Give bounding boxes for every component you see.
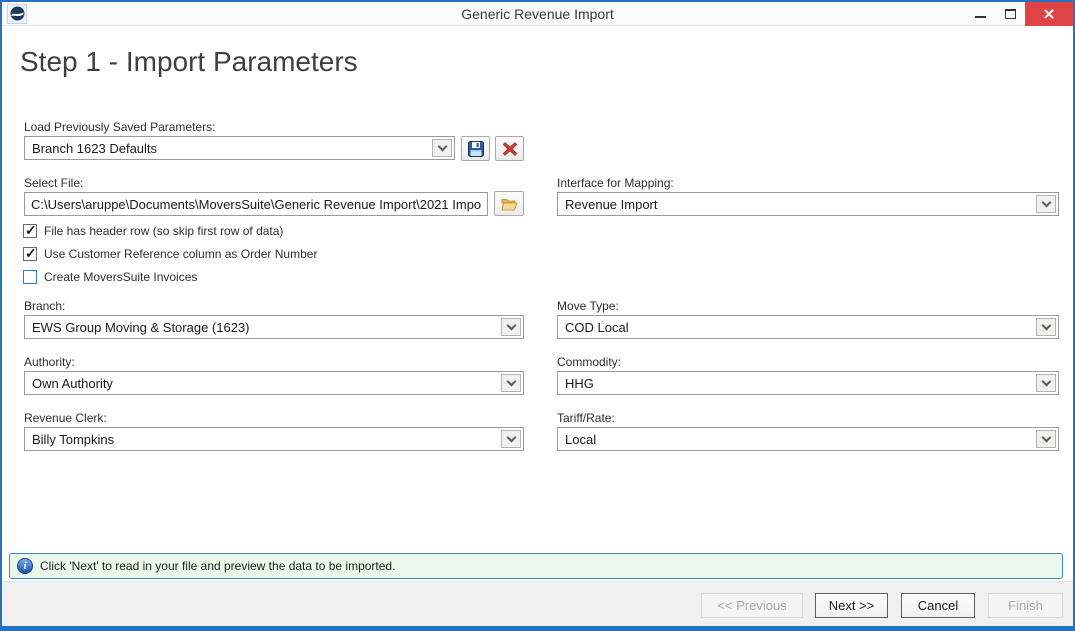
- status-bar: i Click 'Next' to read in your file and …: [9, 553, 1063, 579]
- previous-button[interactable]: << Previous: [701, 593, 803, 618]
- commodity-label: Commodity:: [557, 355, 621, 369]
- authority-select[interactable]: Own Authority: [24, 371, 524, 395]
- close-button[interactable]: [1025, 2, 1073, 26]
- info-icon: i: [17, 558, 33, 574]
- tariff-rate-label: Tariff/Rate:: [557, 411, 615, 425]
- commodity-select[interactable]: HHG: [557, 371, 1059, 395]
- branch-select[interactable]: EWS Group Moving & Storage (1623): [24, 315, 524, 339]
- branch-label: Branch:: [24, 299, 65, 313]
- revenue-clerk-select[interactable]: Billy Tompkins: [24, 427, 524, 451]
- generic-revenue-import-window: Generic Revenue Import Step 1 - Import P…: [0, 0, 1075, 631]
- chevron-down-icon[interactable]: [1036, 318, 1056, 336]
- chevron-down-icon[interactable]: [432, 139, 452, 157]
- chevron-down-icon[interactable]: [501, 430, 521, 448]
- minimize-icon: [975, 16, 986, 18]
- authority-label: Authority:: [24, 355, 75, 369]
- commodity-value: HHG: [565, 376, 1032, 391]
- customer-ref-check-row: Use Customer Reference column as Order N…: [23, 246, 317, 261]
- move-type-select[interactable]: COD Local: [557, 315, 1059, 339]
- interface-mapping-value: Revenue Import: [565, 197, 1032, 212]
- create-invoices-check-row: Create MoversSuite Invoices: [23, 269, 197, 284]
- chevron-down-icon[interactable]: [1036, 430, 1056, 448]
- maximize-icon: [1005, 9, 1016, 19]
- branch-value: EWS Group Moving & Storage (1623): [32, 320, 497, 335]
- maximize-button[interactable]: [995, 2, 1025, 26]
- delete-parameters-button[interactable]: [495, 136, 524, 161]
- status-message: Click 'Next' to read in your file and pr…: [40, 559, 395, 573]
- file-has-header-checkbox[interactable]: [23, 224, 37, 238]
- file-has-header-label: File has header row (so skip first row o…: [44, 224, 283, 238]
- header-row-check-row: File has header row (so skip first row o…: [23, 223, 283, 238]
- open-folder-icon: [501, 197, 518, 211]
- chevron-down-icon[interactable]: [1036, 374, 1056, 392]
- chevron-down-icon[interactable]: [501, 318, 521, 336]
- create-invoices-label: Create MoversSuite Invoices: [44, 270, 197, 284]
- customer-reference-checkbox[interactable]: [23, 247, 37, 261]
- revenue-clerk-label: Revenue Clerk:: [24, 411, 107, 425]
- save-icon: [468, 141, 484, 157]
- move-type-label: Move Type:: [557, 299, 619, 313]
- next-button[interactable]: Next >>: [815, 593, 888, 618]
- authority-value: Own Authority: [32, 376, 497, 391]
- customer-reference-label: Use Customer Reference column as Order N…: [44, 247, 317, 261]
- finish-button[interactable]: Finish: [988, 593, 1063, 618]
- tariff-rate-value: Local: [565, 432, 1032, 447]
- close-icon: [1043, 8, 1055, 20]
- chevron-down-icon[interactable]: [1036, 195, 1056, 213]
- interface-mapping-select[interactable]: Revenue Import: [557, 192, 1059, 216]
- footer: << Previous Next >> Cancel Finish: [2, 581, 1073, 626]
- minimize-button[interactable]: [965, 2, 995, 26]
- page-title: Step 1 - Import Parameters: [20, 46, 358, 78]
- select-file-label: Select File:: [24, 176, 83, 190]
- load-params-label: Load Previously Saved Parameters:: [24, 120, 215, 134]
- create-invoices-checkbox[interactable]: [23, 270, 37, 284]
- chevron-down-icon[interactable]: [501, 374, 521, 392]
- cancel-button[interactable]: Cancel: [901, 593, 975, 618]
- save-parameters-button[interactable]: [461, 136, 490, 161]
- load-params-select[interactable]: Branch 1623 Defaults: [24, 136, 455, 160]
- interface-mapping-label: Interface for Mapping:: [557, 176, 674, 190]
- move-type-value: COD Local: [565, 320, 1032, 335]
- delete-x-icon: [502, 141, 518, 157]
- revenue-clerk-value: Billy Tompkins: [32, 432, 497, 447]
- moverssuite-logo-icon: [10, 6, 25, 21]
- browse-file-button[interactable]: [494, 191, 524, 216]
- file-path-input[interactable]: [24, 192, 488, 216]
- app-icon: [7, 4, 27, 24]
- window-title: Generic Revenue Import: [2, 6, 1073, 22]
- titlebar: Generic Revenue Import: [2, 2, 1073, 26]
- load-params-value: Branch 1623 Defaults: [32, 141, 428, 156]
- window-controls: [965, 2, 1073, 26]
- tariff-rate-select[interactable]: Local: [557, 427, 1059, 451]
